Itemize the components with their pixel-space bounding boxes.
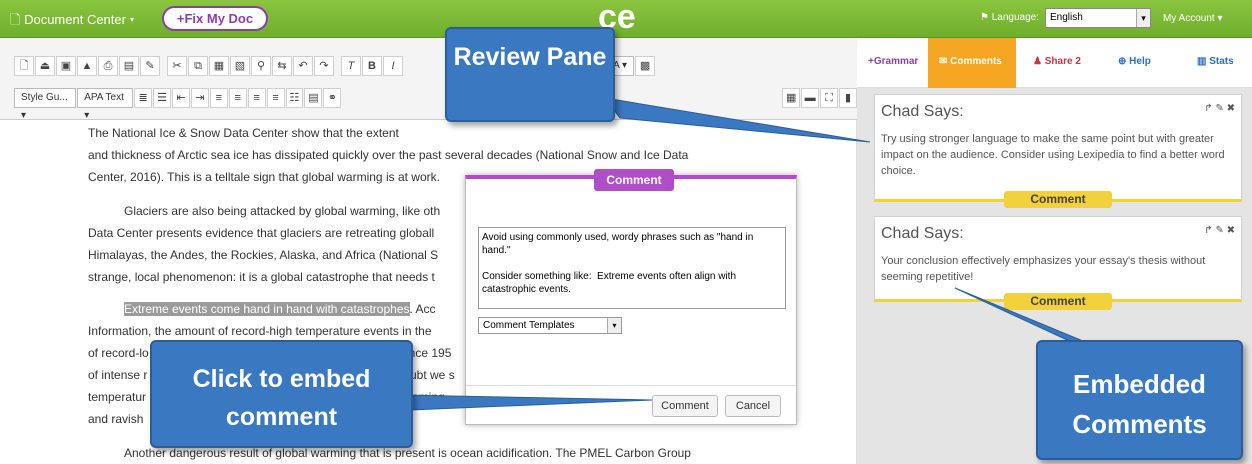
callout-embedded-comments: Embedded Comments <box>1036 340 1243 460</box>
callout-review-pane: Review Pane <box>445 27 615 122</box>
callout-click-embed: Click to embed comment <box>150 340 413 448</box>
review-pointer <box>603 97 871 143</box>
embedded-pointer <box>954 287 1096 347</box>
click-pointer <box>399 394 653 411</box>
